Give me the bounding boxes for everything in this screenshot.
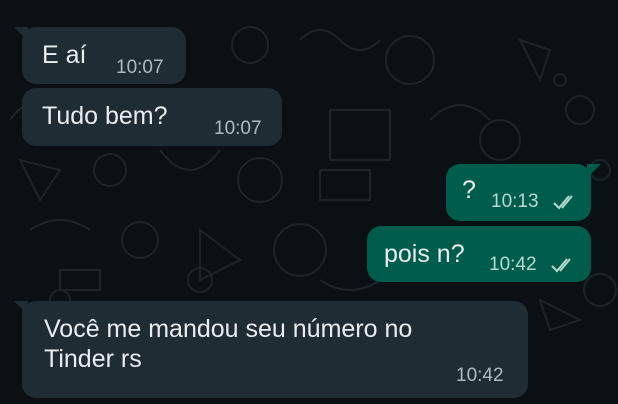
message-outgoing[interactable]: ? 10:13 xyxy=(446,164,601,221)
bubble-tail xyxy=(14,27,28,41)
double-check-icon xyxy=(551,258,571,273)
message-text-line2: Tinder rs xyxy=(44,345,142,373)
message-text-line1: Você me mandou seu número no xyxy=(44,315,413,343)
bubble-tail xyxy=(14,301,28,315)
message-incoming[interactable]: E aí 10:07 xyxy=(14,27,186,84)
message-incoming[interactable]: Você me mandou seu número no Tinder rs 1… xyxy=(14,301,528,398)
bubble-tail xyxy=(587,164,601,178)
message-text: E aí xyxy=(42,41,87,69)
message-outgoing[interactable]: pois n? 10:42 xyxy=(367,226,591,282)
message-incoming[interactable]: Tudo bem? 10:07 xyxy=(22,88,282,146)
message-time: 10:42 xyxy=(456,365,504,386)
message-text: pois n? xyxy=(384,240,465,268)
message-text: ? xyxy=(462,176,476,204)
double-check-icon xyxy=(553,195,573,210)
message-time: 10:07 xyxy=(214,118,262,139)
message-time: 10:13 xyxy=(491,191,539,212)
message-time: 10:07 xyxy=(116,57,164,78)
message-text: Tudo bem? xyxy=(42,102,168,130)
message-time: 10:42 xyxy=(489,254,537,275)
